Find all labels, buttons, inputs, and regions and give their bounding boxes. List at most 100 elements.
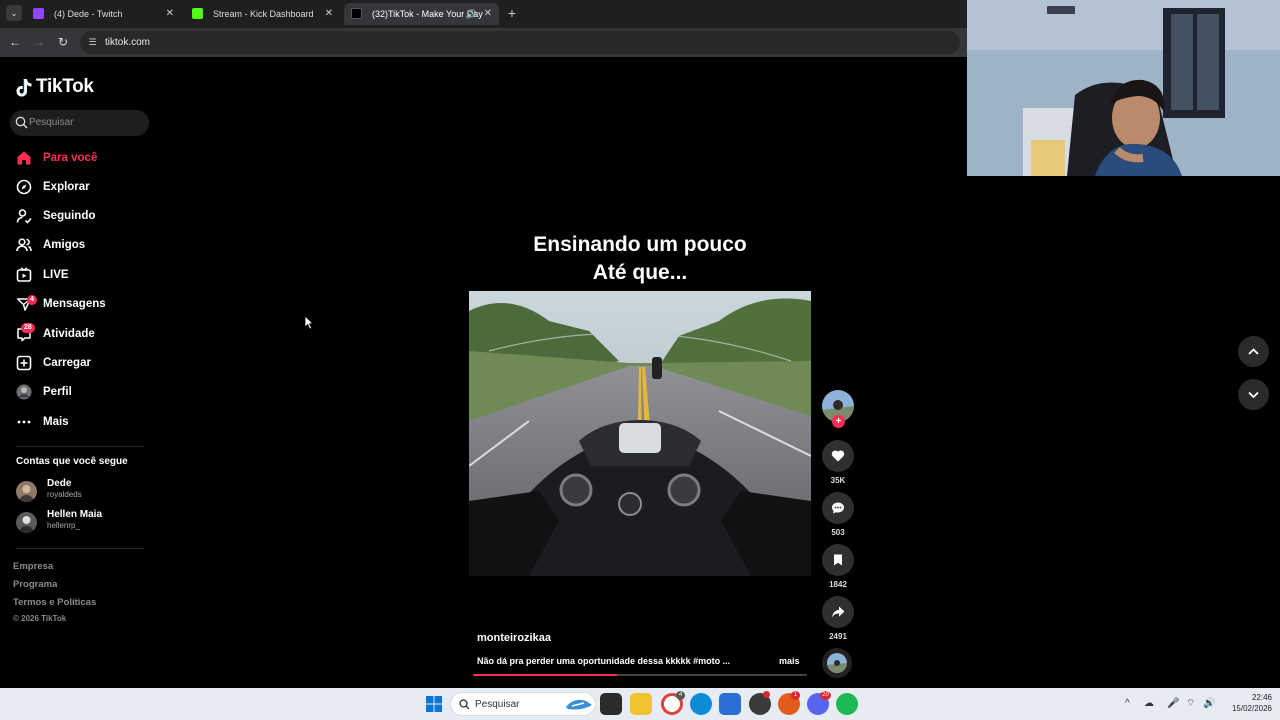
- footer-link-empresa[interactable]: Empresa: [13, 561, 53, 572]
- new-tab-button[interactable]: +: [505, 4, 519, 22]
- app-badge: [763, 691, 770, 698]
- nav-para-voce[interactable]: Para você: [14, 147, 154, 169]
- network-icon[interactable]: ⌔: [1186, 688, 1195, 720]
- comment-button[interactable]: [822, 492, 854, 524]
- upload-icon: [16, 355, 32, 371]
- search-highlight-icon: [564, 693, 592, 715]
- close-tab-icon[interactable]: ✕: [484, 3, 492, 25]
- nav-amigos[interactable]: Amigos: [14, 234, 154, 256]
- video-progress-fill: [473, 674, 617, 676]
- nav-seguindo[interactable]: Seguindo: [14, 205, 154, 227]
- chevron-down-icon: [1248, 391, 1259, 399]
- clock-time: 22:46: [1251, 693, 1272, 702]
- address-bar[interactable]: ☰ tiktok.com: [80, 31, 960, 54]
- chrome-badge: 4: [676, 691, 685, 700]
- footer-link-programa[interactable]: Programa: [13, 579, 57, 590]
- share-button[interactable]: [822, 596, 854, 628]
- user-following-icon: [16, 209, 32, 224]
- volume-icon[interactable]: 🔊: [1203, 688, 1215, 720]
- save-count: 1842: [829, 580, 847, 589]
- tab-search-button[interactable]: ⌄: [6, 5, 22, 21]
- nav-label: Mensagens: [43, 298, 106, 310]
- footer-link-termos[interactable]: Termos e Políticas: [13, 597, 96, 608]
- site-info-icon[interactable]: ☰: [87, 37, 98, 48]
- tiktok-note-icon: [16, 78, 32, 96]
- search-icon: [15, 116, 28, 129]
- tray-expand-icon[interactable]: ^: [1125, 688, 1130, 720]
- forward-button[interactable]: →: [31, 34, 47, 50]
- outlook-icon[interactable]: [719, 693, 741, 715]
- previous-video-button[interactable]: [1238, 336, 1269, 367]
- back-button[interactable]: ←: [7, 34, 23, 50]
- nav-carregar[interactable]: Carregar: [14, 352, 154, 374]
- video-frame-motorcycle: [469, 291, 811, 576]
- search-input[interactable]: Pesquisar: [10, 110, 149, 136]
- tab-tiktok[interactable]: (32)TikTok - Make Your Day 🔊 ✕: [344, 3, 499, 25]
- next-video-button[interactable]: [1238, 379, 1269, 410]
- file-explorer-icon[interactable]: [630, 693, 652, 715]
- avatar: [16, 481, 37, 502]
- nav-label: LIVE: [43, 269, 69, 281]
- follow-plus-button[interactable]: +: [832, 415, 845, 428]
- speaker-icon[interactable]: 🔊: [466, 3, 477, 25]
- nav-mais[interactable]: Mais: [14, 411, 154, 433]
- webcam-feed: [967, 0, 1280, 176]
- reload-button[interactable]: ↻: [55, 34, 71, 50]
- tab-twitch[interactable]: (4) Dede - Twitch ✕: [26, 3, 181, 25]
- nav-perfil[interactable]: Perfil: [14, 381, 154, 403]
- like-button[interactable]: [822, 440, 854, 472]
- windows-start-icon[interactable]: [426, 696, 442, 712]
- sidebar-divider: [16, 548, 144, 549]
- comment-icon: [832, 502, 844, 514]
- twitch-favicon-icon: [33, 8, 44, 19]
- nav-label: Para você: [43, 152, 98, 164]
- account-name: Hellen Maia: [47, 509, 103, 520]
- nav-label: Explorar: [43, 181, 90, 193]
- video-text-overlay: Ensinando um pouco Até que...: [469, 231, 811, 287]
- save-button[interactable]: [822, 544, 854, 576]
- video-player[interactable]: [469, 291, 811, 576]
- profile-avatar: [16, 384, 32, 400]
- nav-label: Perfil: [43, 386, 72, 398]
- tab-kick[interactable]: Stream - Kick Dashboard ✕: [185, 3, 340, 25]
- nav-live[interactable]: LIVE: [14, 264, 154, 286]
- comment-count: 503: [831, 528, 845, 537]
- activity-badge: 28: [21, 323, 35, 333]
- spotify-icon[interactable]: [836, 693, 858, 715]
- live-icon: [16, 267, 32, 282]
- compass-icon: [16, 179, 32, 195]
- mouse-cursor-icon: [304, 315, 314, 330]
- more-button[interactable]: mais: [779, 656, 800, 666]
- tray-app-icon[interactable]: ☁: [1144, 688, 1154, 720]
- copyright: © 2026 TikTok: [13, 614, 67, 623]
- microphone-icon[interactable]: 🎤: [1167, 688, 1179, 720]
- avatar: [16, 512, 37, 533]
- share-icon: [832, 606, 845, 618]
- nav-label: Amigos: [43, 239, 86, 251]
- nav-mensagens[interactable]: 4 Mensagens: [14, 293, 154, 315]
- discord-badge: 20: [820, 691, 831, 700]
- following-account-hellen[interactable]: Hellen Maia hellenrp_: [16, 509, 156, 535]
- video-progress-bar[interactable]: [473, 674, 807, 676]
- edge-icon[interactable]: [690, 693, 712, 715]
- taskbar-search-placeholder: Pesquisar: [475, 699, 520, 710]
- nav-label: Atividade: [43, 328, 95, 340]
- close-tab-icon[interactable]: ✕: [325, 3, 333, 25]
- following-section-title: Contas que você segue: [16, 456, 128, 467]
- nav-explorar[interactable]: Explorar: [14, 176, 154, 198]
- following-account-dede[interactable]: Dede royaldeds: [16, 478, 156, 504]
- nav-label: Mais: [43, 416, 69, 428]
- taskbar-clock[interactable]: 22:46 15/02/2026: [1222, 692, 1272, 714]
- close-tab-icon[interactable]: ✕: [166, 3, 174, 25]
- clock-date: 15/02/2026: [1231, 704, 1272, 713]
- friends-icon: [16, 238, 32, 252]
- heart-icon: [831, 450, 845, 462]
- nav-atividade[interactable]: 28 Atividade: [14, 323, 154, 345]
- music-disc[interactable]: [822, 648, 852, 678]
- browser-toolbar: ← → ↻ ☰ tiktok.com: [0, 28, 968, 57]
- tiktok-logo[interactable]: TikTok: [16, 76, 94, 98]
- task-view-icon[interactable]: [600, 693, 622, 715]
- tab-title: (4) Dede - Twitch: [54, 9, 123, 19]
- video-author[interactable]: monteirozikaa: [477, 632, 551, 644]
- webcam-overlay: [967, 0, 1280, 176]
